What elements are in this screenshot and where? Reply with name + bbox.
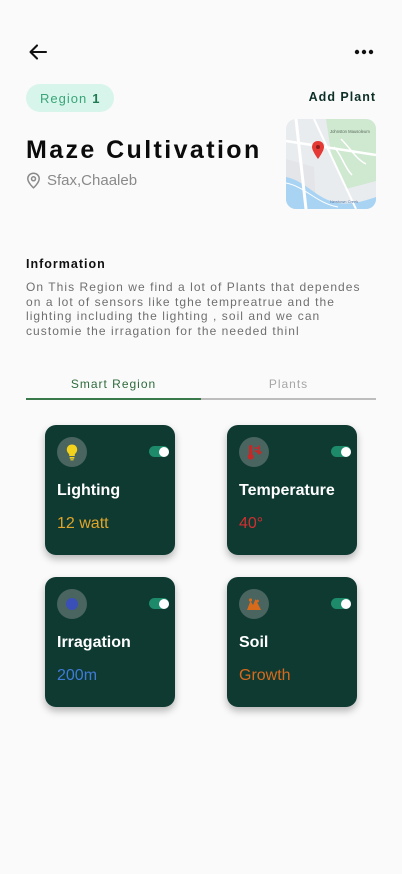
card-label: Soil [239, 634, 269, 651]
irragation-toggle[interactable] [149, 598, 169, 609]
location-text: Sfax,Chaaleb [47, 172, 138, 189]
tab-plants[interactable]: Plants [201, 372, 376, 400]
more-horizontal-icon [354, 49, 374, 55]
map-label: Johnston Mausoleum [330, 129, 370, 134]
card-icon-container [57, 589, 87, 619]
card-value: 200m [57, 667, 98, 684]
card-icon-container [57, 437, 87, 467]
card-soil[interactable]: Soil Growth [227, 577, 357, 707]
tab-smart-region[interactable]: Smart Region [26, 372, 201, 400]
temperature-toggle[interactable] [331, 446, 351, 457]
map-thumbnail[interactable]: Johnston Mausoleum Newtown Creek [286, 119, 376, 209]
card-temperature[interactable]: Temperature 40° [227, 425, 357, 555]
map-road-label: Newtown Creek [330, 199, 358, 204]
card-label: Irragation [57, 634, 131, 651]
information-heading: Information [26, 257, 106, 271]
location: Sfax,Chaaleb [26, 172, 137, 189]
thermometer-icon [247, 445, 262, 460]
card-value: Growth [239, 667, 291, 684]
map-image: Johnston Mausoleum Newtown Creek [286, 119, 376, 209]
location-pin-icon [27, 172, 40, 189]
information-body: On This Region we find a lot of Plants t… [26, 280, 361, 338]
soil-icon [247, 598, 261, 610]
card-label: Temperature [239, 482, 335, 499]
add-plant-button[interactable]: Add Plant [309, 90, 376, 104]
region-label: Region [40, 90, 88, 106]
card-value: 12 watt [57, 515, 109, 532]
arrow-left-icon [29, 44, 48, 60]
card-lighting[interactable]: Lighting 12 watt [45, 425, 175, 555]
lightbulb-icon [66, 444, 78, 461]
card-icon-container [239, 437, 269, 467]
card-icon-container [239, 589, 269, 619]
card-irragation[interactable]: Irragation 200m [45, 577, 175, 707]
tab-bar: Smart Region Plants [26, 372, 376, 400]
region-chip[interactable]: Region 1 [26, 84, 115, 112]
top-bar [26, 40, 376, 66]
card-value: 40° [239, 515, 264, 532]
region-number: 1 [92, 90, 101, 106]
more-options-button[interactable] [354, 42, 374, 62]
page-title: Maze Cultivation [26, 136, 262, 164]
back-button[interactable] [28, 42, 48, 62]
lighting-toggle[interactable] [149, 446, 169, 457]
water-drop-icon [66, 598, 78, 610]
card-label: Lighting [57, 482, 121, 499]
soil-toggle[interactable] [331, 598, 351, 609]
